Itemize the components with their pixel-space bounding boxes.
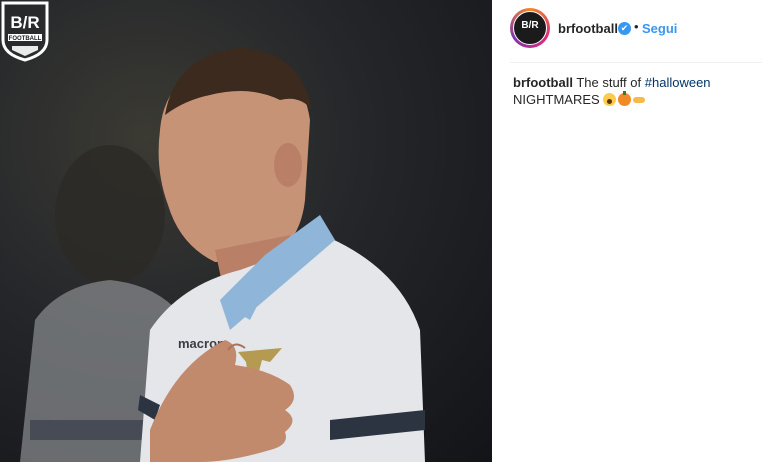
hashtag-link[interactable]: #halloween: [645, 75, 711, 90]
post-caption: brfootball The stuff of #halloween NIGHT…: [513, 74, 753, 108]
verified-badge-icon: ✔: [618, 22, 631, 35]
caption-text: The stuff of: [576, 75, 645, 90]
caption-text-line2: NIGHTMARES: [513, 92, 600, 107]
player-photo: macron: [20, 48, 425, 462]
avatar[interactable]: B/R: [510, 8, 550, 48]
logo-football-text: FOOTBALL: [9, 36, 42, 42]
follow-button[interactable]: Segui: [642, 21, 677, 36]
post-sidebar: B/R brfootball ✔ • Segui brfootball The …: [492, 0, 768, 462]
header-divider: [510, 62, 762, 63]
logo-br-text: B/R: [10, 13, 39, 32]
avatar-image: B/R: [513, 11, 547, 45]
pumpkin-emoji-icon: [618, 91, 632, 106]
br-football-logo: B/R FOOTBALL: [1, 1, 49, 62]
scream-emoji-icon: [603, 93, 617, 106]
post-header: B/R brfootball ✔ • Segui: [492, 0, 768, 60]
separator-dot: •: [634, 19, 639, 34]
post-image[interactable]: macron B/R FOOTBALL: [0, 0, 492, 462]
caption-username-link[interactable]: brfootball: [513, 75, 573, 90]
header-username-link[interactable]: brfootball: [558, 21, 618, 36]
avatar-text: B/R: [521, 20, 539, 31]
pointing-hand-emoji-icon: [633, 93, 648, 106]
